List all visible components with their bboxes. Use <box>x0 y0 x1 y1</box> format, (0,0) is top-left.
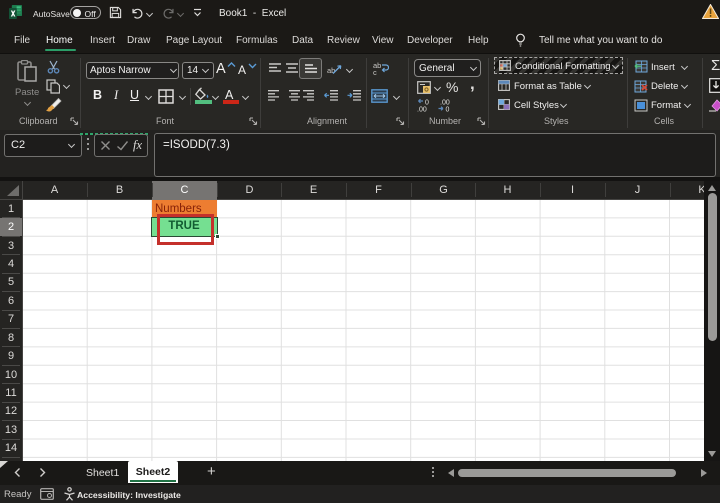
svg-text:.00: .00 <box>440 100 450 107</box>
svg-text:ab: ab <box>327 66 335 75</box>
svg-text:0: 0 <box>446 107 450 113</box>
svg-text:0: 0 <box>425 100 429 107</box>
svg-text:.00: .00 <box>417 107 427 113</box>
svg-text:c: c <box>373 68 377 76</box>
